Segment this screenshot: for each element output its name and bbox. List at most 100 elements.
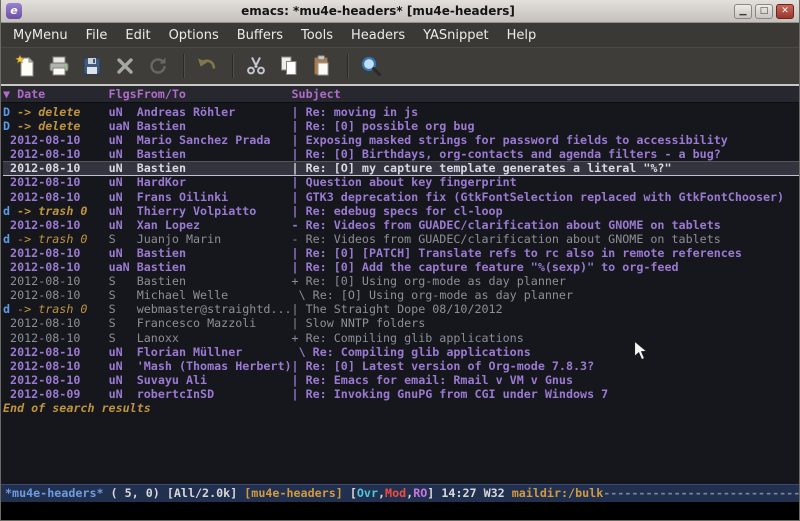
modeline-segment: ] bbox=[427, 486, 441, 500]
message-row[interactable]: d -> trash 0 S webmaster@straightd...| T… bbox=[3, 302, 799, 316]
menu-item-buffers[interactable]: Buffers bbox=[228, 25, 292, 46]
field-subject: Question about key fingerprint bbox=[306, 175, 517, 189]
message-row[interactable]: 2012-08-10 uN HardKor | Question about k… bbox=[3, 175, 799, 189]
field-date: 2012-08-10 bbox=[10, 218, 109, 232]
field-subject: Re: moving in js bbox=[306, 105, 419, 119]
field-thread: + bbox=[292, 331, 306, 345]
modeline-segment: [ bbox=[350, 486, 357, 500]
field-mark bbox=[3, 359, 10, 373]
toolbar-separator bbox=[232, 54, 234, 78]
field-mark bbox=[3, 373, 10, 387]
field-from: Bastien bbox=[137, 119, 292, 133]
field-subject: Re: Compiling glib applications bbox=[306, 331, 524, 345]
field-date: 2012-08-10 bbox=[10, 175, 109, 189]
message-row[interactable]: D -> delete uaN Bastien | Re: [0] possib… bbox=[3, 119, 799, 133]
message-row[interactable]: 2012-08-10 S Michael Welle \ Re: [O] Usi… bbox=[3, 288, 799, 302]
field-from: webmaster@straightd... bbox=[137, 302, 292, 316]
field-subject: Re: Emacs for email: Rmail v VM v Gnus bbox=[306, 373, 573, 387]
save-button[interactable] bbox=[77, 51, 107, 81]
message-row[interactable]: 2012-08-10 uN Florian Müllner \ Re: Comp… bbox=[3, 345, 799, 359]
new-file-button[interactable] bbox=[11, 51, 41, 81]
toolbar-separator bbox=[347, 54, 349, 78]
message-row-current[interactable]: 2012-08-10 uN Bastien | Re: [O] my captu… bbox=[3, 161, 799, 175]
kill-buffer-button[interactable] bbox=[110, 51, 140, 81]
modeline-segment: -------------------------------------- bbox=[603, 486, 799, 500]
field-flags: uN bbox=[109, 359, 137, 373]
close-button[interactable]: ✕ bbox=[776, 4, 794, 19]
field-from: Mario Sanchez Prada bbox=[137, 133, 292, 147]
message-row[interactable]: d -> trash 0 uN Thierry Volpiatto | Re: … bbox=[3, 204, 799, 218]
menu-item-edit[interactable]: Edit bbox=[116, 25, 159, 46]
field-subject: Re: [0] [PATCH] Translate refs to rc als… bbox=[306, 246, 742, 260]
print-button[interactable] bbox=[44, 51, 74, 81]
minimize-button[interactable]: ▁ bbox=[734, 4, 752, 19]
menu-item-help[interactable]: Help bbox=[498, 25, 546, 46]
field-from: robertcInSD bbox=[137, 387, 292, 401]
field-thread: | bbox=[292, 316, 306, 330]
field-subject: GTK3 deprecation fix (GtkFontSelection r… bbox=[306, 190, 784, 204]
field-flags: uN bbox=[109, 204, 137, 218]
field-from: Andreas Röhler bbox=[137, 105, 292, 119]
mode-line[interactable]: *mu4e-headers* ( 5, 0) [All/2.0k] [mu4e-… bbox=[1, 484, 799, 502]
field-thread: | bbox=[292, 147, 306, 161]
field-date: 2012-08-10 bbox=[10, 359, 109, 373]
message-row[interactable]: 2012-08-10 uN Bastien | Re: [0] Birthday… bbox=[3, 147, 799, 161]
message-row[interactable]: 2012-08-10 S Lanoxx + Re: Compiling glib… bbox=[3, 331, 799, 345]
titlebar[interactable]: e emacs: *mu4e-headers* [mu4e-headers] ▁… bbox=[1, 0, 799, 23]
field-subject: The Straight Dope 08/10/2012 bbox=[306, 302, 503, 316]
maximize-button[interactable]: □ bbox=[755, 4, 773, 19]
undo-icon bbox=[195, 54, 219, 78]
search-button[interactable] bbox=[356, 51, 386, 81]
message-row[interactable]: 2012-08-10 S Francesco Mazzoli | Slow NN… bbox=[3, 316, 799, 330]
cut-button[interactable] bbox=[241, 51, 271, 81]
message-row[interactable]: 2012-08-10 uN 'Mash (Thomas Herbert)| Re… bbox=[3, 359, 799, 373]
field-subject: Re: [O] Using org-mode as day planner bbox=[313, 288, 573, 302]
message-row[interactable]: 2012-08-10 uN Bastien | Re: [0] [PATCH] … bbox=[3, 246, 799, 260]
modeline-segment: ( 5, 0) bbox=[104, 486, 167, 500]
menu-item-file[interactable]: File bbox=[77, 25, 117, 46]
message-row[interactable]: d -> trash 0 S Juanjo Marin - Re: Videos… bbox=[3, 232, 799, 246]
field-mark: D bbox=[3, 105, 17, 119]
field-date: 2012-08-10 bbox=[10, 147, 109, 161]
modeline-segment: maildir:/bulk bbox=[512, 486, 603, 500]
field-flags: uN bbox=[109, 246, 137, 260]
field-from: Thierry Volpiatto bbox=[137, 204, 292, 218]
paste-button[interactable] bbox=[307, 51, 337, 81]
field-flags: uN bbox=[109, 147, 137, 161]
field-flags: uN bbox=[109, 105, 137, 119]
message-row[interactable]: 2012-08-10 uN Suvayu Ali | Re: Emacs for… bbox=[3, 373, 799, 387]
field-thread: | bbox=[292, 161, 306, 175]
field-mark bbox=[3, 331, 10, 345]
message-row[interactable]: 2012-08-10 uN Mario Sanchez Prada | Expo… bbox=[3, 133, 799, 147]
field-from: Francesco Mazzoli bbox=[137, 316, 292, 330]
save-icon bbox=[80, 54, 104, 78]
menu-item-yasnippet[interactable]: YASnippet bbox=[414, 25, 498, 46]
header-line: ▼ Date FlgsFrom/To Subject bbox=[1, 86, 799, 103]
field-subject: Re: Videos from GUADEC/clarification abo… bbox=[306, 218, 721, 232]
message-row[interactable]: 2012-08-09 uN robertcInSD | Re: Invoking… bbox=[3, 387, 799, 401]
message-row[interactable]: 2012-08-10 uN Frans Oilinki | GTK3 depre… bbox=[3, 190, 799, 204]
field-flags: uN bbox=[109, 373, 137, 387]
modeline-segment: [All/2.0k] bbox=[167, 486, 244, 500]
end-of-search-results: End of search results bbox=[3, 401, 799, 415]
message-row[interactable]: 2012-08-10 uN Xan Lopez - Re: Videos fro… bbox=[3, 218, 799, 232]
message-row[interactable]: 2012-08-10 S Bastien + Re: [0] Using org… bbox=[3, 274, 799, 288]
menu-item-tools[interactable]: Tools bbox=[292, 25, 342, 46]
menubar: MyMenuFileEditOptionsBuffersToolsHeaders… bbox=[1, 23, 799, 47]
field-date: 2012-08-10 bbox=[10, 133, 109, 147]
field-mark bbox=[3, 246, 10, 260]
echo-area[interactable] bbox=[1, 502, 799, 520]
field-date: 2012-08-09 bbox=[10, 387, 109, 401]
revert-buffer-button[interactable] bbox=[143, 51, 173, 81]
field-from: Bastien bbox=[137, 161, 292, 175]
menu-item-mymenu[interactable]: MyMenu bbox=[4, 25, 77, 46]
menu-item-headers[interactable]: Headers bbox=[342, 25, 414, 46]
message-row[interactable]: D -> delete uN Andreas Röhler | Re: movi… bbox=[3, 105, 799, 119]
new-file-icon bbox=[14, 54, 38, 78]
field-mark bbox=[3, 218, 10, 232]
copy-button[interactable] bbox=[274, 51, 304, 81]
message-row[interactable]: 2012-08-10 uaN Bastien | Re: [0] Add the… bbox=[3, 260, 799, 274]
field-flags: uN bbox=[109, 133, 137, 147]
undo-button[interactable] bbox=[192, 51, 222, 81]
menu-item-options[interactable]: Options bbox=[160, 25, 228, 46]
